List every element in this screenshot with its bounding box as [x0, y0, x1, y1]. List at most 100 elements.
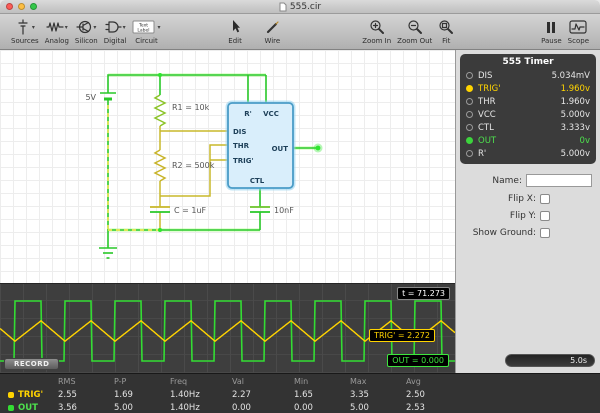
- toolbar-zoom-in[interactable]: Zoom In: [362, 19, 391, 45]
- battery-label: 5V: [85, 93, 96, 102]
- signal-value: 5.000v: [561, 149, 590, 159]
- toolbar-label: Circuit: [135, 37, 158, 45]
- stat-cell: 3.35: [350, 390, 406, 400]
- scope-icon: [569, 20, 587, 35]
- radio-vcc[interactable]: [466, 111, 473, 118]
- toolbar: ▾ Sources ▾ Analog ▾ Silicon ▾ Digital T…: [0, 14, 600, 50]
- signal-row-ctl[interactable]: CTL 3.333v: [466, 121, 590, 134]
- time-cursor-readout: t = 71.273: [397, 287, 450, 300]
- show-ground-row: Show Ground:: [456, 228, 550, 238]
- out-value-tag[interactable]: OUT = 0.000: [387, 354, 449, 367]
- signal-value: 3.333v: [561, 123, 590, 133]
- toolbar-sources[interactable]: ▾ Sources: [11, 19, 39, 45]
- text-label-icon: TextLabel: [132, 19, 156, 35]
- stat-cell: 0.00: [232, 403, 294, 413]
- svg-text:Label: Label: [138, 28, 150, 34]
- pin-out-label: OUT: [272, 145, 289, 153]
- signal-row-trig[interactable]: TRIG' 1.960v: [466, 82, 590, 95]
- toolbar-label: Pause: [541, 37, 562, 45]
- toolbar-wire[interactable]: Wire: [264, 19, 280, 45]
- zoom-fit-icon: [438, 19, 454, 35]
- transistor-icon: [76, 19, 92, 35]
- radio-out[interactable]: [466, 137, 473, 144]
- toolbar-silicon[interactable]: ▾ Silicon: [75, 19, 98, 45]
- toolbar-label: Silicon: [75, 37, 98, 45]
- schematic-canvas[interactable]: 5V R1 = 10k R2 = 500k C = 1uF: [0, 50, 455, 283]
- radio-reset[interactable]: [466, 150, 473, 157]
- signal-value: 0v: [580, 136, 590, 146]
- signal-row-thr[interactable]: THR 1.960v: [466, 95, 590, 108]
- toolbar-digital[interactable]: ▾ Digital: [104, 19, 127, 45]
- name-row: Name:: [456, 174, 592, 187]
- chip-555[interactable]: R' VCC DIS THR TRIG' CTL OUT: [228, 103, 293, 188]
- record-button[interactable]: RECORD: [4, 358, 59, 370]
- signal-panel: 555 Timer DIS 5.034mV TRIG' 1.960v THR 1…: [460, 54, 596, 164]
- signal-row-dis[interactable]: DIS 5.034mV: [466, 69, 590, 82]
- app-window: 555.cir ▾ Sources ▾ Analog ▾ Silicon ▾ D…: [0, 0, 600, 413]
- signal-value: 1.960v: [561, 97, 590, 107]
- zoom-in-icon: [369, 19, 385, 35]
- stat-row-trig-name: TRIG': [8, 390, 58, 400]
- radio-trig[interactable]: [466, 85, 473, 92]
- toolbar-label: Zoom In: [362, 37, 391, 45]
- signal-name: DIS: [478, 71, 547, 81]
- radio-ctl[interactable]: [466, 124, 473, 131]
- signal-row-vcc[interactable]: VCC 5.000v: [466, 108, 590, 121]
- minimize-button[interactable]: [18, 3, 25, 10]
- capacitor-c1[interactable]: [150, 207, 170, 212]
- stat-cell: 5.00: [114, 403, 170, 413]
- radio-dis[interactable]: [466, 72, 473, 79]
- logic-gate-icon: [105, 19, 122, 35]
- measurements-table: RMS P-P Freq Val Min Max Avg TRIG' 2.55 …: [0, 373, 600, 413]
- resistor-r2[interactable]: [155, 150, 165, 181]
- stat-cell: 2.53: [406, 403, 462, 413]
- capacitor-c2[interactable]: [250, 207, 270, 212]
- toolbar-scope[interactable]: Scope: [568, 19, 589, 45]
- signal-name: VCC: [478, 110, 556, 120]
- chevron-down-icon: ▾: [123, 24, 126, 31]
- document-icon: [279, 2, 287, 12]
- toolbar-label: Analog: [45, 37, 69, 45]
- show-ground-label: Show Ground:: [473, 228, 536, 238]
- chevron-down-icon: ▾: [93, 24, 96, 31]
- zoom-window-button[interactable]: [30, 3, 37, 10]
- flip-y-label: Flip Y:: [510, 211, 536, 221]
- circuit-drawing[interactable]: 5V R1 = 10k R2 = 500k C = 1uF: [0, 50, 455, 283]
- window-title: 555.cir: [290, 2, 321, 12]
- toolbar-pause[interactable]: Pause: [541, 19, 562, 45]
- flip-x-checkbox[interactable]: [540, 194, 550, 204]
- toolbar-zoom-out[interactable]: Zoom Out: [397, 19, 432, 45]
- capacitor-c1-label: C = 1uF: [174, 206, 207, 215]
- battery-5v[interactable]: [100, 93, 116, 99]
- resistor-icon: [46, 19, 64, 35]
- toolbar-analog[interactable]: ▾ Analog: [45, 19, 69, 45]
- flip-x-row: Flip X:: [456, 194, 550, 204]
- col-header-avg: Avg: [406, 377, 462, 386]
- trig-value-tag[interactable]: TRIG' = 2.272: [369, 329, 435, 342]
- pause-icon: [545, 20, 557, 35]
- close-button[interactable]: [6, 3, 13, 10]
- cursor-icon: [229, 19, 241, 35]
- signal-row-out[interactable]: OUT 0v: [466, 134, 590, 147]
- toolbar-zoom-fit[interactable]: Fit: [438, 19, 454, 45]
- flip-y-checkbox[interactable]: [540, 211, 550, 221]
- stat-cell: 1.69: [114, 390, 170, 400]
- resistor-r1[interactable]: [155, 95, 165, 126]
- stat-cell: 2.27: [232, 390, 294, 400]
- timebase-slider[interactable]: 5.0s: [505, 354, 595, 367]
- stat-cell: 1.40Hz: [170, 403, 232, 413]
- signal-row-reset[interactable]: R' 5.000v: [466, 147, 590, 160]
- ground-symbol[interactable]: [99, 248, 117, 258]
- window-title-area: 555.cir: [0, 0, 600, 13]
- toolbar-edit[interactable]: Edit: [228, 19, 242, 45]
- oscilloscope-panel[interactable]: t = 71.273 TRIG' = 2.272 OUT = 0.000 REC…: [0, 283, 455, 373]
- radio-thr[interactable]: [466, 98, 473, 105]
- component-title: 555 Timer: [466, 57, 590, 67]
- signal-value: 5.034mV: [552, 71, 590, 81]
- toolbar-circuit[interactable]: TextLabel▾ Circuit: [132, 19, 160, 45]
- flip-x-label: Flip X:: [508, 194, 536, 204]
- show-ground-checkbox[interactable]: [540, 228, 550, 238]
- name-input[interactable]: [526, 174, 592, 187]
- inspector-sidebar: 555 Timer DIS 5.034mV TRIG' 1.960v THR 1…: [455, 50, 600, 373]
- chevron-down-icon: ▾: [32, 24, 35, 31]
